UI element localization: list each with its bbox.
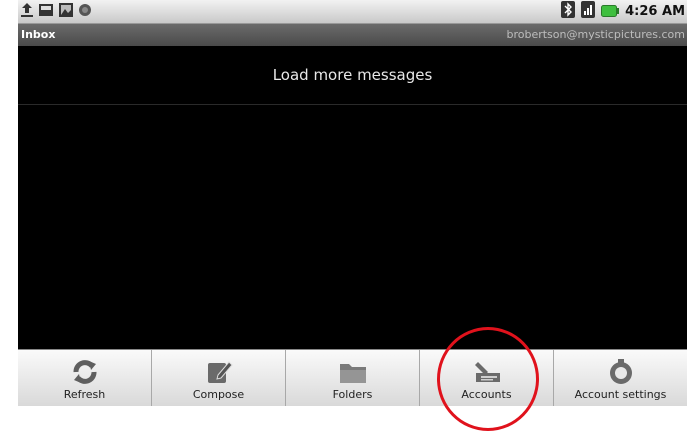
menu-label-account-settings: Account settings bbox=[574, 388, 667, 401]
battery-icon bbox=[601, 2, 620, 21]
menu-item-account-settings[interactable]: Account settings bbox=[554, 350, 687, 406]
options-menu: Refresh Compose Folders Accounts Account… bbox=[18, 349, 687, 406]
signal-icon bbox=[581, 1, 596, 22]
refresh-icon bbox=[70, 358, 100, 386]
menu-label-folders: Folders bbox=[332, 388, 373, 401]
folder-icon bbox=[338, 358, 368, 386]
folder-title: Inbox bbox=[21, 28, 56, 41]
notification-dot-icon bbox=[78, 2, 92, 21]
menu-item-refresh[interactable]: Refresh bbox=[18, 350, 152, 406]
status-left-icons bbox=[20, 2, 92, 22]
status-right-icons: 4:26 AM bbox=[561, 1, 685, 22]
load-more-messages-button[interactable]: Load more messages bbox=[18, 46, 687, 105]
title-bar: Inbox brobertson@mysticpictures.com bbox=[18, 24, 687, 46]
sd-card-icon bbox=[38, 2, 54, 22]
menu-label-accounts: Accounts bbox=[461, 388, 512, 401]
accounts-icon bbox=[472, 358, 502, 386]
menu-label-refresh: Refresh bbox=[63, 388, 106, 401]
settings-icon bbox=[607, 358, 635, 386]
usb-upload-icon bbox=[20, 2, 34, 22]
status-time: 4:26 AM bbox=[625, 4, 685, 19]
menu-item-compose[interactable]: Compose bbox=[152, 350, 286, 406]
account-email: brobertson@mysticpictures.com bbox=[506, 28, 685, 41]
bluetooth-icon bbox=[561, 1, 576, 22]
image-icon bbox=[58, 2, 74, 22]
menu-item-folders[interactable]: Folders bbox=[286, 350, 420, 406]
load-more-label: Load more messages bbox=[272, 66, 433, 84]
email-app-screen: 4:26 AM Inbox brobertson@mysticpictures.… bbox=[18, 0, 687, 406]
menu-item-accounts[interactable]: Accounts bbox=[420, 350, 554, 406]
menu-label-compose: Compose bbox=[192, 388, 245, 401]
message-list bbox=[18, 105, 687, 349]
compose-icon bbox=[205, 358, 233, 386]
status-bar: 4:26 AM bbox=[18, 0, 687, 24]
